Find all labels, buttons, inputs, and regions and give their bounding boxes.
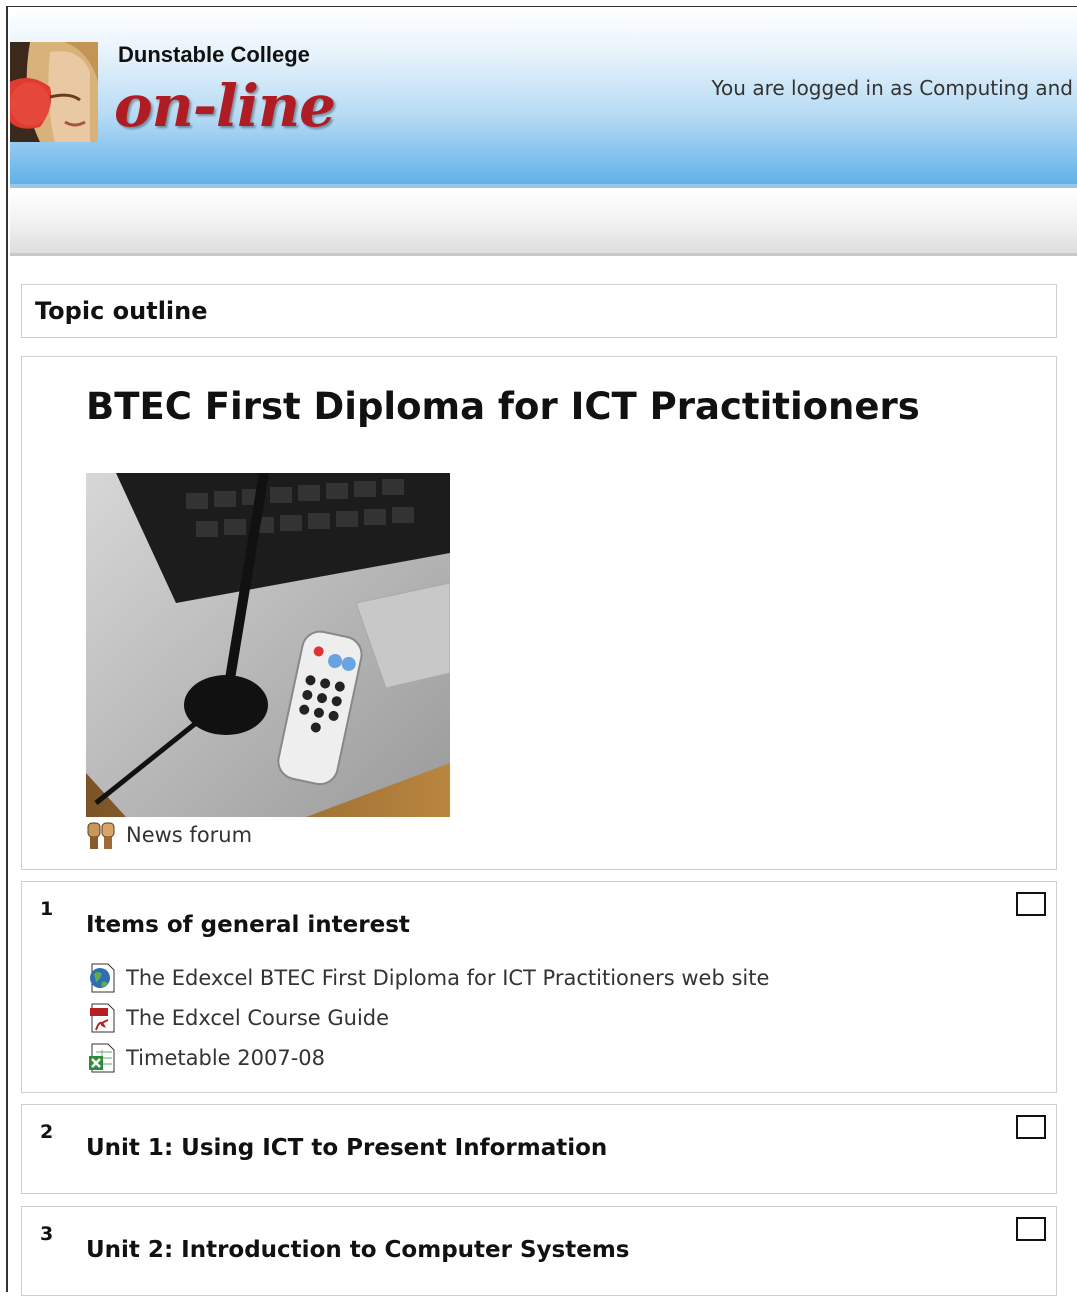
college-name: Dunstable College: [118, 42, 310, 67]
topic-outline-header: Topic outline: [21, 284, 1057, 338]
activity-news-forum[interactable]: News forum: [86, 819, 252, 851]
login-prefix: You are logged in as: [711, 76, 913, 100]
login-user-link[interactable]: Computing and: [919, 76, 1073, 100]
web-link-icon: [86, 962, 118, 994]
highlight-toggle-checkbox[interactable]: [1016, 892, 1046, 916]
activity-web-link[interactable]: The Edexcel BTEC First Diploma for ICT P…: [86, 962, 769, 994]
navigation-bar: [10, 190, 1077, 256]
section-title: Items of general interest: [86, 912, 410, 938]
section-title: Unit 2: Introduction to Computer Systems: [86, 1237, 630, 1263]
highlight-toggle-checkbox[interactable]: [1016, 1217, 1046, 1241]
header-avatar: [10, 42, 98, 142]
pdf-icon: [86, 1002, 118, 1034]
section-1: 1 Items of general interest The Edexcel …: [21, 881, 1057, 1093]
brand-logo-text: on-line: [114, 72, 336, 140]
activity-timetable[interactable]: Timetable 2007-08: [86, 1042, 325, 1074]
activity-label[interactable]: Timetable 2007-08: [126, 1046, 325, 1070]
activity-label[interactable]: News forum: [126, 823, 252, 847]
activity-label[interactable]: The Edexcel BTEC First Diploma for ICT P…: [126, 966, 769, 990]
section-title: Unit 1: Using ICT to Present Information: [86, 1135, 608, 1161]
section-number: 1: [40, 898, 54, 920]
section-3: 3 Unit 2: Introduction to Computer Syste…: [21, 1206, 1057, 1296]
course-image: [86, 472, 451, 817]
login-info: You are logged in as Computing and: [711, 76, 1073, 100]
section-0: BTEC First Diploma for ICT Practitioners: [21, 356, 1057, 870]
activity-course-guide[interactable]: The Edxcel Course Guide: [86, 1002, 389, 1034]
forum-icon: [86, 819, 118, 851]
course-title: BTEC First Diploma for ICT Practitioners: [86, 385, 920, 428]
spreadsheet-icon: [86, 1042, 118, 1074]
header-divider: [10, 184, 1077, 188]
highlight-toggle-checkbox[interactable]: [1016, 1115, 1046, 1139]
section-number: 2: [40, 1121, 54, 1143]
topic-outline-label: Topic outline: [35, 297, 208, 325]
section-2: 2 Unit 1: Using ICT to Present Informati…: [21, 1104, 1057, 1194]
section-number: 3: [40, 1223, 54, 1245]
activity-label[interactable]: The Edxcel Course Guide: [126, 1006, 389, 1030]
